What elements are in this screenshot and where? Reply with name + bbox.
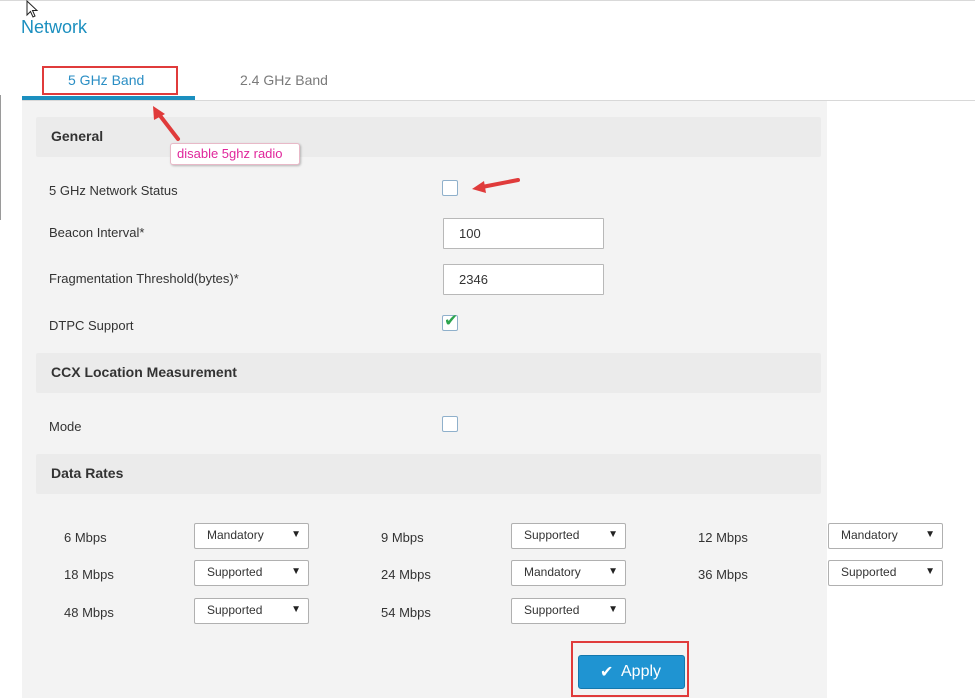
annotation-arrow-icon <box>472 178 520 193</box>
annotation-arrows <box>153 106 520 193</box>
annotation-arrow-icon <box>153 106 180 141</box>
